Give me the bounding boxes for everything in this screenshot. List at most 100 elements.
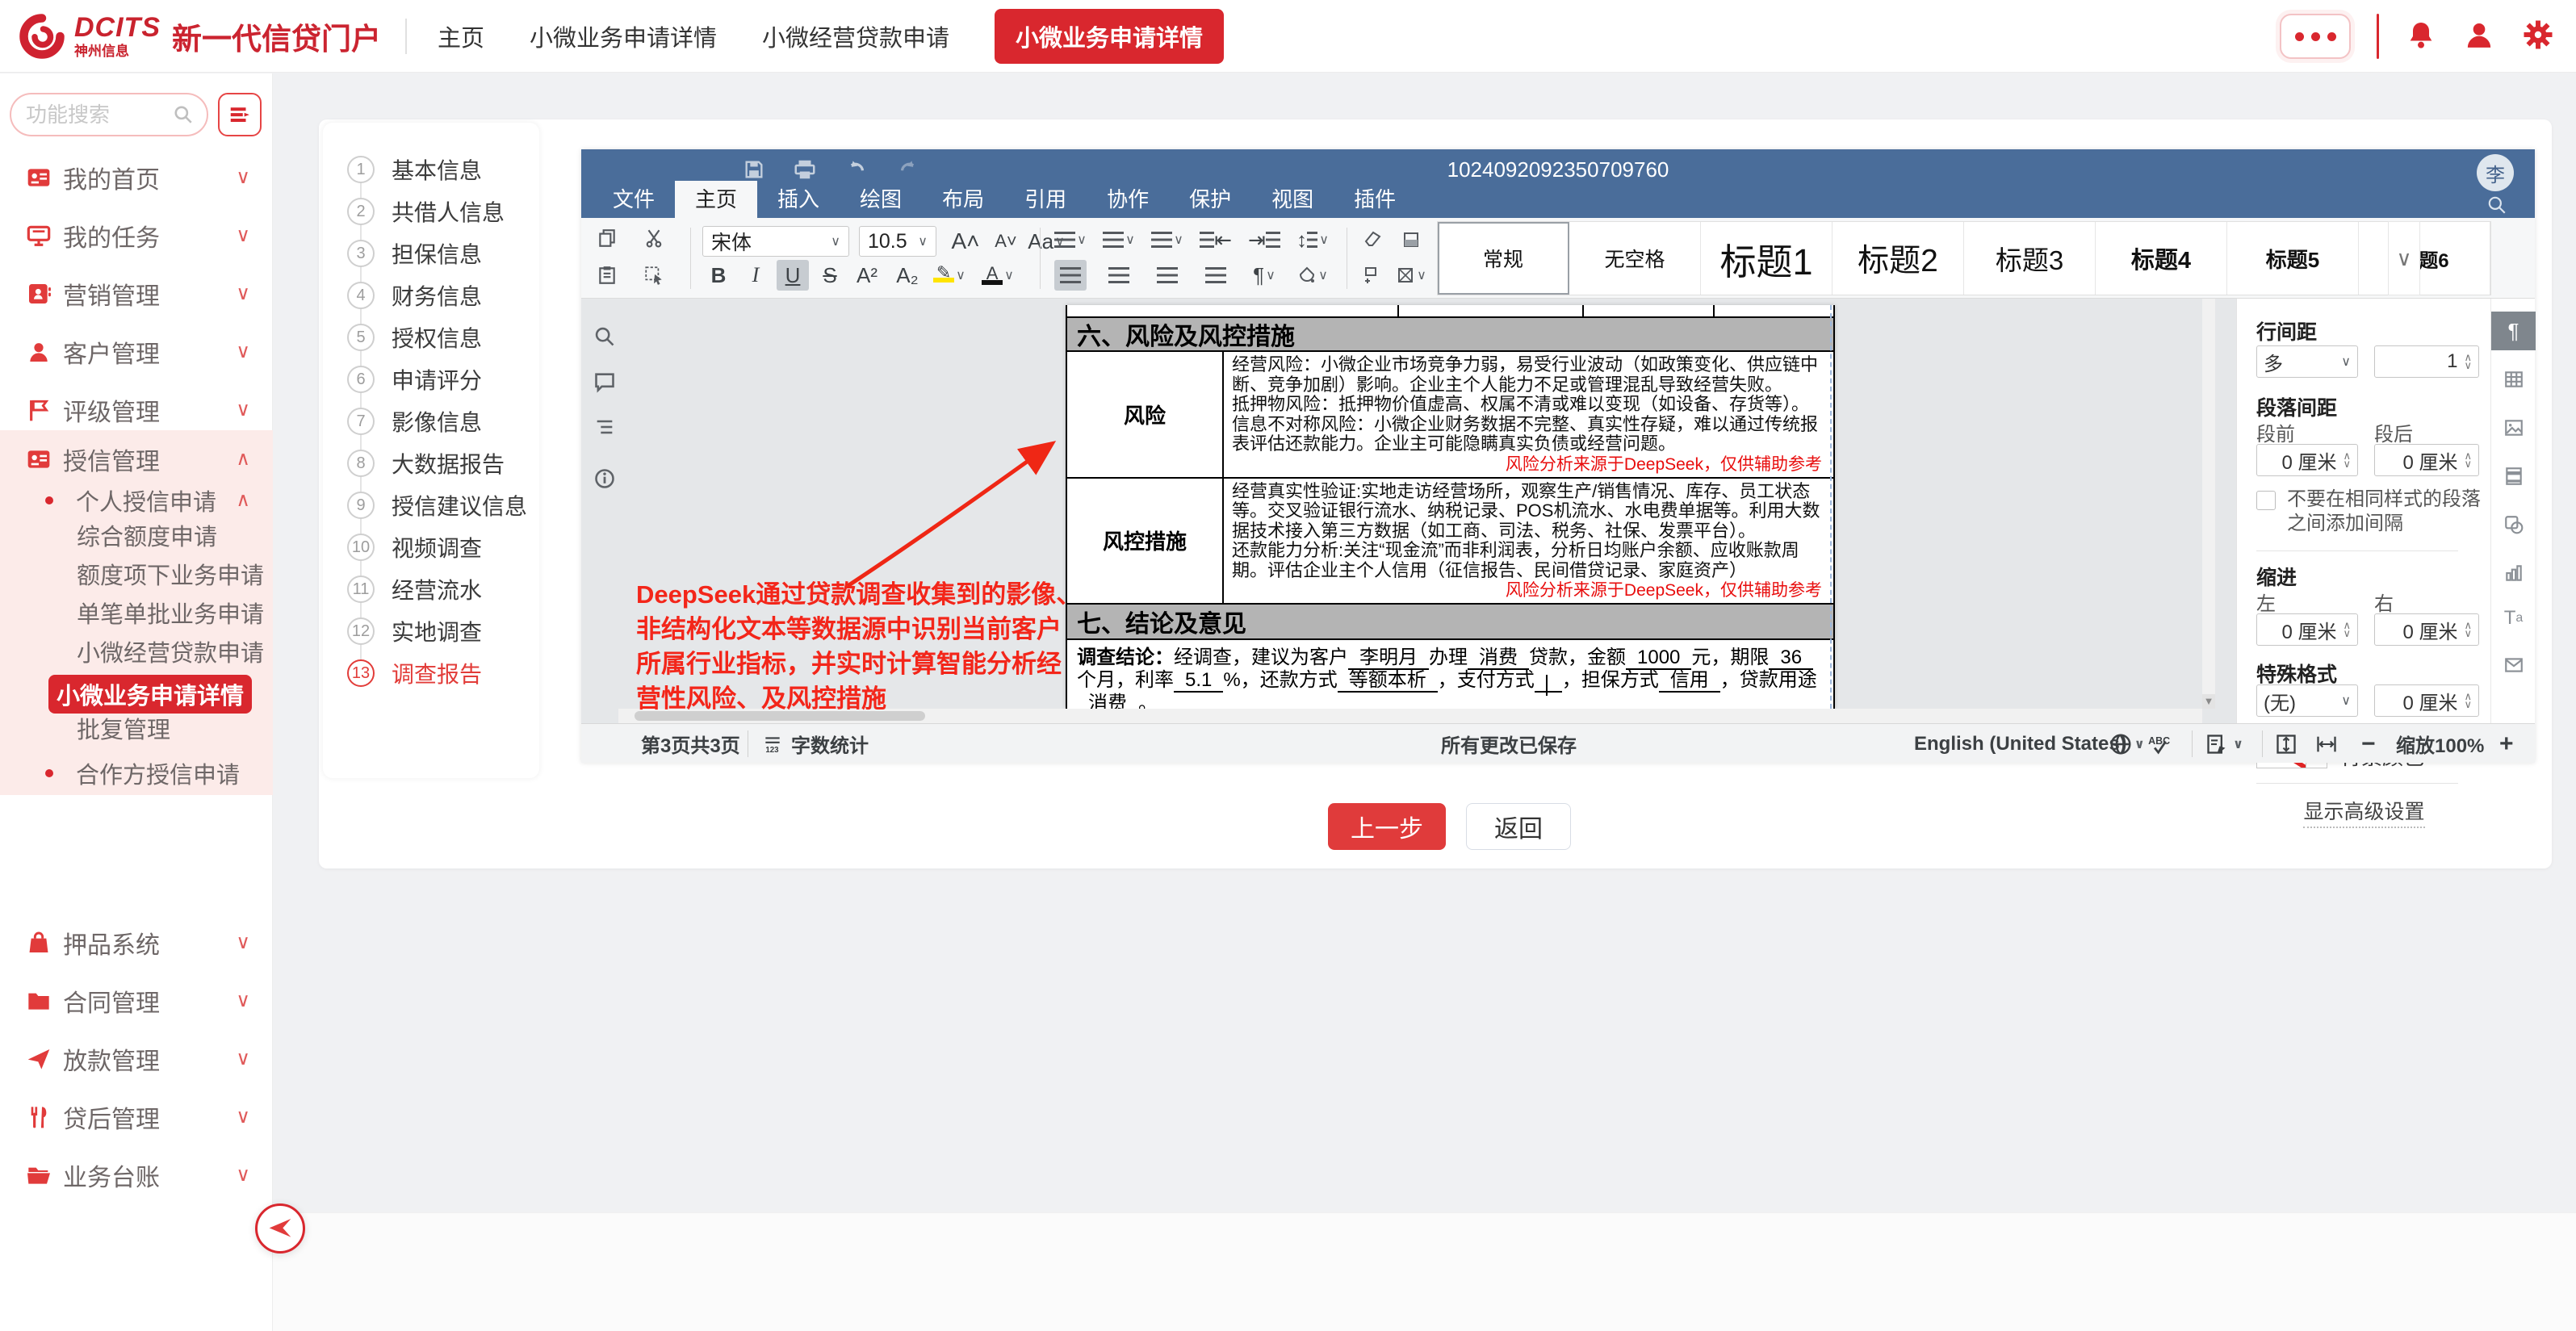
editor-tab-file[interactable]: 文件 (593, 181, 675, 218)
shrink-font-icon[interactable]: A˅ (990, 226, 1022, 257)
step-item-7[interactable]: 7影像信息 (323, 405, 539, 437)
step-item-11[interactable]: 11经营流水 (323, 573, 539, 605)
find-icon[interactable] (593, 324, 617, 349)
clear-format-icon[interactable] (1356, 224, 1389, 255)
sidebar-toggle-fab[interactable] (255, 1203, 305, 1254)
step-item-4[interactable]: 4财务信息 (323, 279, 539, 312)
bullet-list-icon[interactable]: ∨ (1054, 224, 1087, 255)
copy-icon[interactable] (591, 223, 623, 253)
indent-left-input[interactable]: 0 厘米∧∨ (2256, 613, 2358, 646)
editor-tab-draw[interactable]: 绘图 (840, 181, 922, 218)
align-left-button[interactable] (1054, 260, 1087, 291)
tab-home[interactable]: 主页 (438, 19, 484, 53)
line-spacing-icon[interactable]: ↕∨ (1296, 224, 1329, 255)
sidebar-item-under-limit-biz[interactable]: 额度项下业务申请 (77, 557, 264, 591)
sidebar-item-collateral[interactable]: 押品系统∨ (0, 914, 273, 972)
font-size-select[interactable]: 10.5∨ (859, 226, 936, 257)
text-art-panel-icon[interactable]: Ta (2491, 599, 2536, 638)
zoom-in-button[interactable]: + (2499, 724, 2514, 764)
comments-icon[interactable] (593, 370, 617, 394)
editor-tab-home[interactable]: 主页 (675, 181, 757, 218)
sidebar-item-my-home[interactable]: 我的首页∨ (0, 149, 273, 207)
zoom-out-button[interactable]: − (2361, 724, 2376, 764)
style-heading1[interactable]: 标题1 (1701, 222, 1833, 295)
editor-tab-collaboration[interactable]: 协作 (1087, 181, 1169, 218)
chart-panel-icon[interactable] (2491, 554, 2536, 592)
style-heading4[interactable]: 标题4 (2096, 222, 2227, 295)
sidebar-item-marketing[interactable]: 营销管理∨ (0, 265, 273, 323)
justify-button[interactable] (1200, 260, 1232, 291)
step-item-1[interactable]: 1基本信息 (323, 153, 539, 186)
editor-tab-view[interactable]: 视图 (1251, 181, 1334, 218)
shading-box-icon[interactable] (1395, 224, 1427, 255)
editor-tab-insert[interactable]: 插入 (757, 181, 840, 218)
special-format-amount[interactable]: 0 厘米∧∨ (2374, 684, 2479, 717)
borders-icon[interactable] (1356, 260, 1389, 291)
cut-icon[interactable] (638, 223, 670, 253)
style-heading2[interactable]: 标题2 (1833, 222, 1964, 295)
user-profile-icon[interactable] (2463, 19, 2495, 55)
font-family-select[interactable]: 宋体∨ (702, 226, 849, 257)
step-item-12[interactable]: 12实地调查 (323, 615, 539, 647)
same-style-checkbox[interactable] (2256, 491, 2276, 510)
shading-fill-button[interactable]: ∨ (1296, 260, 1329, 291)
font-color-button[interactable]: A∨ (982, 260, 1014, 291)
line-spacing-amount[interactable]: 1∧∨ (2374, 345, 2479, 378)
fit-page-icon[interactable] (2275, 724, 2297, 764)
numbered-list-icon[interactable]: ∨ (1103, 224, 1135, 255)
tab-micro-detail-1[interactable]: 小微业务申请详情 (530, 19, 717, 53)
messages-bubble-button[interactable] (2280, 14, 2351, 59)
document-page[interactable]: 六、风险及风控措施 风险 经营风险：小微企业市场竞争力弱，易受行业波动（如政策变… (1066, 305, 1835, 709)
subscript-button[interactable]: A₂ (891, 260, 924, 291)
editor-search-icon[interactable] (2486, 195, 2507, 220)
select-icon[interactable] (638, 260, 670, 291)
track-changes-icon[interactable]: ∨ (2205, 724, 2243, 764)
step-item-2[interactable]: 2共借人信息 (323, 195, 539, 228)
sidebar-item-customers[interactable]: 客户管理∨ (0, 323, 273, 381)
strikethrough-button[interactable]: S (814, 260, 846, 291)
step-item-10[interactable]: 10视频调查 (323, 531, 539, 563)
menu-collapse-button[interactable] (218, 93, 262, 136)
back-button[interactable]: 返回 (1466, 803, 1571, 850)
page-setup-panel-icon[interactable] (2491, 457, 2536, 496)
table-panel-icon[interactable] (2491, 360, 2536, 399)
superscript-button[interactable]: A² (851, 260, 883, 291)
tab-micro-detail-active[interactable]: 小微业务申请详情 (995, 9, 1224, 64)
sidebar-item-micro-biz-detail-active[interactable]: 小微业务申请详情 (48, 675, 252, 714)
paragraph-panel-icon[interactable]: ¶ (2491, 312, 2536, 350)
decrease-indent-icon[interactable]: ⇤ (1200, 224, 1232, 255)
settings-gear-icon[interactable] (2521, 18, 2555, 56)
sidebar-item-approval-mgmt[interactable]: 批复管理 (77, 711, 170, 745)
sidebar-item-post-loan[interactable]: 贷后管理∨ (0, 1088, 273, 1146)
spacing-before-input[interactable]: 0 厘米∧∨ (2256, 444, 2358, 476)
align-center-button[interactable] (1103, 260, 1135, 291)
style-no-spacing[interactable]: 无空格 (1569, 222, 1701, 295)
italic-button[interactable]: I (739, 260, 772, 291)
indent-right-input[interactable]: 0 厘米∧∨ (2374, 613, 2479, 646)
sidebar-item-partner-credit[interactable]: 合作方授信申请 (0, 751, 273, 796)
sidebar-item-contracts[interactable]: 合同管理∨ (0, 972, 273, 1030)
vertical-scrollbar[interactable]: ▼ (2202, 299, 2215, 709)
styles-more-chevron[interactable]: ∨ (2388, 221, 2420, 295)
multilevel-list-icon[interactable]: ∨ (1151, 224, 1183, 255)
prev-step-button[interactable]: 上一步 (1328, 803, 1446, 850)
image-panel-icon[interactable] (2491, 408, 2536, 447)
style-heading5[interactable]: 标题5 (2227, 222, 2359, 295)
headings-outline-icon[interactable] (593, 415, 617, 439)
align-right-button[interactable] (1151, 260, 1183, 291)
style-normal[interactable]: 常规 (1438, 222, 1569, 295)
fit-width-icon[interactable] (2315, 724, 2338, 764)
info-icon[interactable] (593, 467, 617, 491)
tab-micro-loan-apply[interactable]: 小微经营贷款申请 (762, 19, 949, 53)
paste-icon[interactable] (591, 260, 623, 291)
step-item-5[interactable]: 5授权信息 (323, 321, 539, 354)
editor-tab-layout[interactable]: 布局 (922, 181, 1004, 218)
step-item-3[interactable]: 3担保信息 (323, 237, 539, 270)
editor-tab-protect[interactable]: 保护 (1169, 181, 1251, 218)
search-input[interactable] (24, 102, 173, 128)
advanced-settings-link[interactable]: 显示高级设置 (2237, 796, 2491, 825)
sidebar-item-biz-ledger[interactable]: 业务台账∨ (0, 1146, 273, 1204)
step-item-8[interactable]: 8大数据报告 (323, 447, 539, 479)
scroll-down-arrow[interactable]: ▼ (2202, 694, 2215, 709)
sidebar-item-disbursement[interactable]: 放款管理∨ (0, 1030, 273, 1088)
